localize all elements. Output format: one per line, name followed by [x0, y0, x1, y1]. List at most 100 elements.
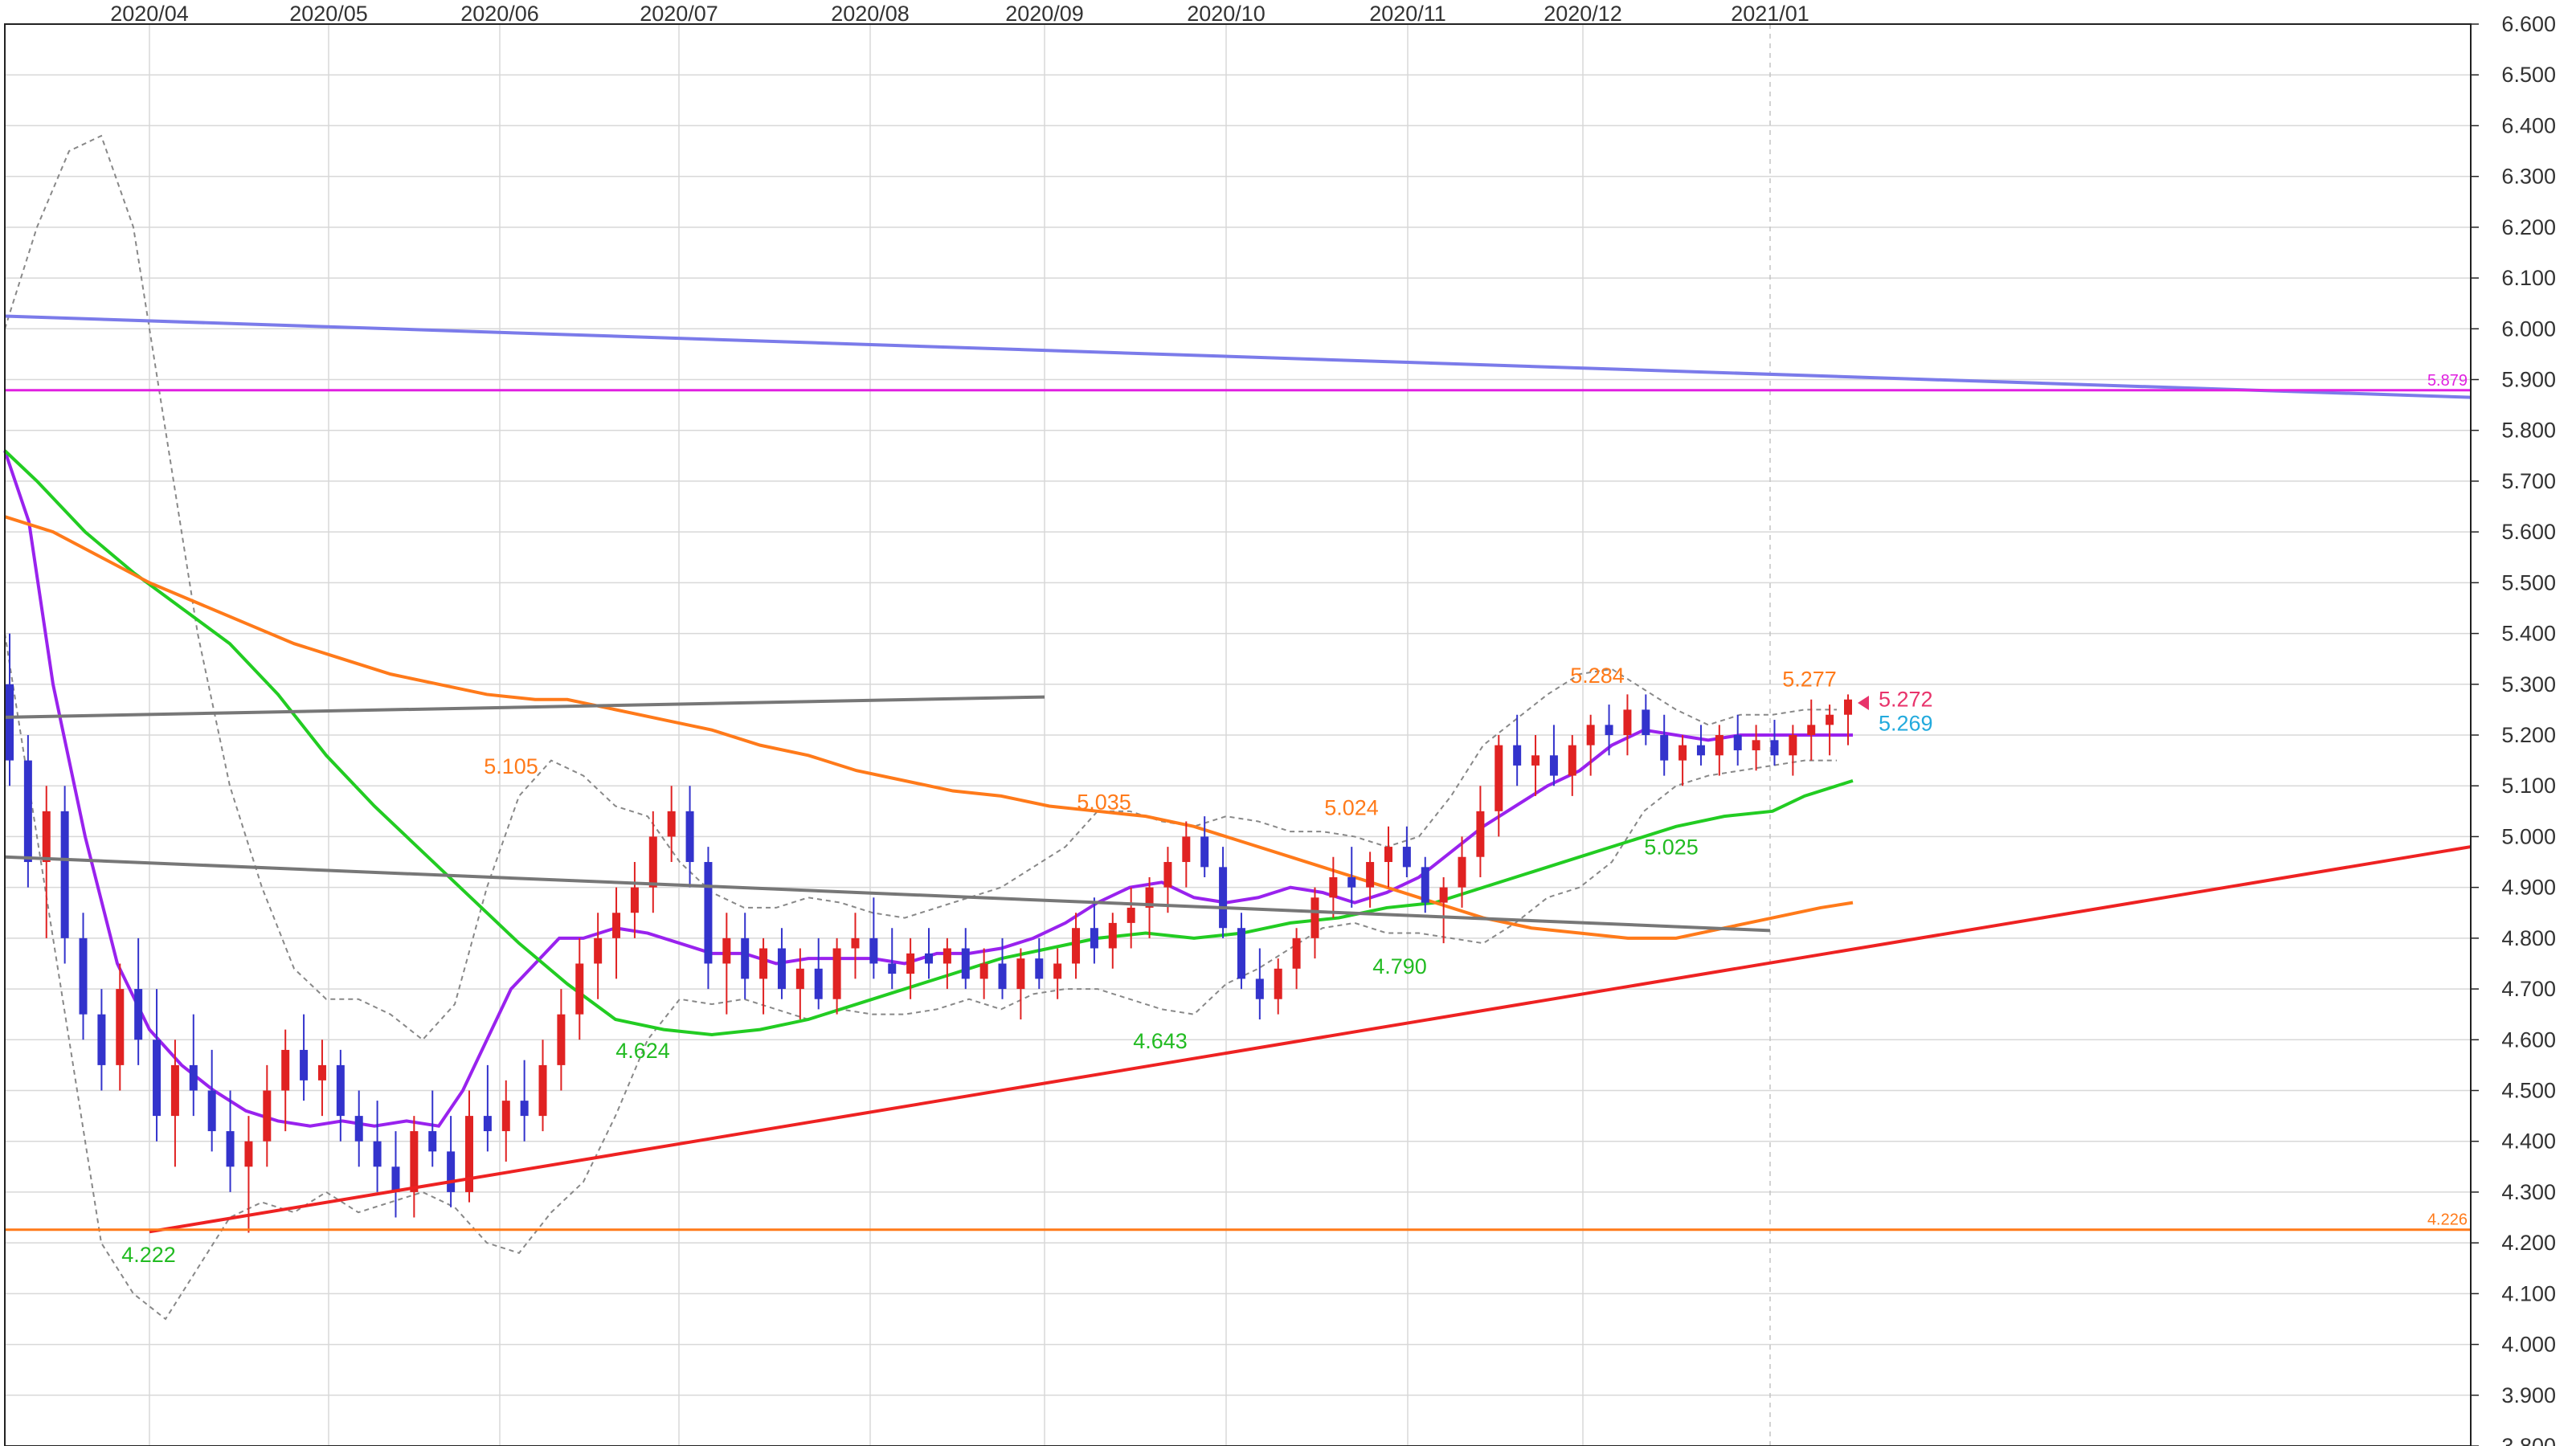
x-tick-label: 2020/06 [460, 2, 539, 26]
candle-body [1274, 968, 1282, 999]
candle-body [538, 1064, 547, 1117]
y-tick-label: 5.500 [2501, 570, 2556, 594]
y-tick-label: 5.400 [2501, 622, 2556, 646]
y-tick-label: 5.600 [2501, 520, 2556, 544]
price-annotation: 4.222 [121, 1243, 176, 1267]
y-tick-label: 5.000 [2501, 824, 2556, 848]
candle-body [759, 948, 768, 979]
candle-body [373, 1141, 382, 1167]
candle-body [300, 1049, 309, 1080]
candle-body [23, 760, 32, 863]
candle-body [189, 1064, 198, 1091]
candle-body [1733, 735, 1742, 750]
candle-body [594, 937, 603, 964]
candle-body [244, 1141, 253, 1167]
candle-body [134, 989, 143, 1040]
x-tick-label: 2020/09 [1005, 2, 1084, 26]
price-annotation: 5.105 [484, 754, 538, 778]
candle-body [1126, 907, 1135, 923]
candle-body [1844, 699, 1852, 715]
candle-body [1770, 740, 1779, 756]
y-tick-label: 6.000 [2501, 317, 2556, 341]
candle-body [1826, 714, 1834, 725]
reference-line-label: 4.226 [2427, 1211, 2468, 1229]
x-tick-label: 2020/07 [640, 2, 718, 26]
candle-body [483, 1116, 492, 1132]
candle-body [612, 913, 621, 938]
candle-body [814, 968, 823, 999]
price-annotation: 5.025 [1644, 835, 1699, 860]
candle-body [1752, 740, 1760, 750]
candle-body [226, 1131, 235, 1167]
y-tick-label: 3.900 [2501, 1383, 2556, 1407]
y-tick-label: 4.100 [2501, 1281, 2556, 1305]
candle-body [1053, 963, 1062, 979]
candle-body [1586, 725, 1595, 745]
candle-body [6, 684, 14, 761]
candle-body [906, 953, 915, 974]
candle-body [1219, 867, 1228, 929]
candle-body [410, 1131, 419, 1192]
y-tick-label: 4.300 [2501, 1180, 2556, 1204]
candle-body [1163, 862, 1172, 888]
candle-body [704, 862, 713, 964]
candle-body [1090, 928, 1098, 949]
candle-body [1494, 745, 1503, 811]
candle-body [1421, 867, 1429, 903]
candle-body [685, 811, 694, 863]
candle-body [1384, 847, 1392, 863]
y-tick-label: 6.400 [2501, 113, 2556, 137]
candle-body [998, 963, 1007, 990]
candle-body [170, 1064, 179, 1117]
candle-body [1072, 928, 1081, 964]
y-tick-label: 6.100 [2501, 266, 2556, 290]
candle-body [1807, 725, 1816, 735]
candle-body [1016, 958, 1025, 990]
y-tick-label: 6.500 [2501, 63, 2556, 87]
y-tick-label: 4.700 [2501, 977, 2556, 1001]
candle-body [1642, 709, 1650, 735]
y-tick-label: 4.000 [2501, 1333, 2556, 1357]
price-annotation: 5.272 [1879, 687, 1933, 711]
candle-body [777, 948, 786, 990]
reference-line-label: 5.879 [2427, 372, 2468, 390]
candle-body [722, 937, 731, 964]
candle-body [1789, 735, 1797, 756]
candle-body [520, 1101, 529, 1117]
candle-body [1715, 735, 1723, 756]
x-tick-label: 2020/04 [110, 2, 189, 26]
candle-body [1623, 709, 1632, 735]
candle-body [501, 1101, 510, 1132]
candle-body [428, 1131, 437, 1152]
x-tick-label: 2021/01 [1731, 2, 1809, 26]
candle-body [925, 953, 933, 964]
candle-body [1549, 755, 1558, 776]
candle-body [336, 1064, 345, 1117]
candle-body [1292, 937, 1301, 969]
y-tick-label: 5.700 [2501, 469, 2556, 493]
candle-body [832, 948, 841, 999]
candle-body [1696, 745, 1705, 756]
candle-body [42, 811, 51, 863]
candle-body [317, 1064, 326, 1080]
price-annotation: 5.024 [1324, 795, 1379, 819]
candle-body [667, 811, 676, 837]
candle-body [263, 1090, 272, 1142]
candle-body [1329, 877, 1338, 898]
candle-body [354, 1116, 363, 1142]
candle-body [1035, 958, 1044, 979]
price-annotation: 5.277 [1782, 667, 1837, 691]
candle-body [557, 1014, 566, 1065]
price-annotation: 5.284 [1570, 664, 1625, 688]
candle-body [961, 948, 970, 979]
candle-body [1476, 811, 1485, 857]
x-tick-label: 2020/10 [1187, 2, 1266, 26]
chart: 5.879 4.226 4.222 5.105 4.624 5.035 4.643 5.02… [0, 0, 2576, 1446]
candle-body [575, 963, 584, 1015]
candle-body [630, 887, 639, 913]
x-tick-label: 2020/12 [1544, 2, 1622, 26]
candle-body [1237, 928, 1245, 979]
y-tick-label: 5.900 [2501, 368, 2556, 392]
candle-body [795, 968, 804, 990]
candle-body [648, 836, 657, 888]
